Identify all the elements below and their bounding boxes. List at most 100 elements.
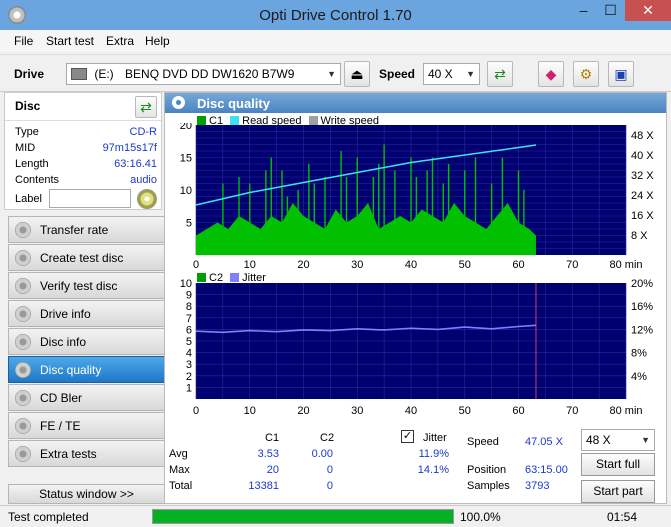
left-panel: Disc ⇄ Type CD-R MID 97m15s17f Length 63… (4, 92, 165, 504)
drive-select[interactable]: (E:) BENQ DVD DD DW1620 B7W9 ▼ (66, 63, 341, 85)
speed-select[interactable]: 40 X ▼ (423, 63, 480, 85)
x-tick-label: 50 (459, 259, 471, 271)
minimize-button[interactable]: – (570, 0, 597, 21)
y-tick-label: 20 (180, 123, 192, 132)
refresh-icon: ⇄ (140, 99, 152, 115)
panel-title: Disc quality (197, 96, 270, 111)
disc-refresh-button[interactable]: ⇄ (135, 96, 157, 118)
x-tick-label: 80 min (609, 259, 642, 271)
start-part-button[interactable]: Start part (581, 480, 655, 503)
mid-label: MID (15, 142, 36, 154)
contents-value: audio (130, 174, 157, 186)
refresh-icon: ⇄ (494, 66, 506, 82)
jitter-checkbox[interactable]: ✓ (401, 430, 414, 443)
erase-button[interactable]: ◆ (538, 61, 564, 87)
nav-drive-info[interactable]: Drive info (8, 300, 165, 327)
y2-tick-label: 12% (631, 324, 653, 336)
contents-label: Contents (15, 174, 60, 186)
x-tick-label: 70 (566, 405, 578, 417)
label-input[interactable] (49, 189, 131, 208)
nav-verify-test-disc[interactable]: Verify test disc (8, 272, 165, 299)
max-c2: 0 (326, 464, 333, 476)
y-tick-label: 5 (186, 218, 192, 230)
settings-button[interactable]: ⚙ (573, 61, 599, 87)
disc-icon (15, 362, 31, 378)
test-speed-select[interactable]: 48 X ▼ (581, 429, 655, 451)
nav-disc-quality[interactable]: Disc quality (8, 356, 165, 383)
col-c2-header: C2 (320, 432, 335, 444)
chevron-down-icon: ▼ (327, 69, 336, 79)
eject-icon: ⏏ (350, 66, 364, 82)
y-tick-label: 3 (186, 359, 192, 371)
y2-tick-label: 8% (631, 348, 647, 360)
nav-fe-te[interactable]: FE / TE (8, 412, 165, 439)
samples-label: Samples (467, 480, 510, 492)
drive-icon (71, 68, 87, 80)
max-jitter: 14.1% (417, 464, 449, 476)
title-bar: Opti Drive Control 1.70 – ☐ ✕ (0, 0, 671, 30)
y2-tick-label: 16 X (631, 210, 654, 222)
status-window-button[interactable]: Status window >> (8, 484, 165, 504)
length-value: 63:16.41 (114, 158, 157, 170)
disc-quality-icon (172, 96, 185, 109)
eject-button[interactable]: ⏏ (344, 61, 370, 87)
status-bar: Test completed 100.0% 01:54 (0, 505, 671, 527)
start-full-button[interactable]: Start full (581, 453, 655, 476)
x-tick-label: 30 (351, 405, 363, 417)
total-c1: 13381 (248, 480, 279, 492)
gears-icon: ⚙ (579, 66, 593, 82)
avg-jitter: 11.9% (418, 448, 449, 460)
speed-stat-value: 47.05 X (525, 436, 563, 448)
drive-label: Drive (14, 67, 45, 81)
menu-help[interactable]: Help (145, 34, 170, 48)
c1-chart: 20 15 10 5 48 X 40 X 32 X 24 X 16 X 8 X 0 10 20 30 40 5… (180, 123, 655, 271)
disc-icon (15, 306, 31, 322)
x-tick-label: 40 (405, 259, 417, 271)
nav-transfer-rate[interactable]: Transfer rate (8, 216, 165, 243)
x-tick-label: 80 min (609, 405, 642, 417)
menu-file[interactable]: File (14, 34, 33, 48)
y-tick-label: 1 (186, 382, 192, 394)
disc-icon (15, 418, 31, 434)
x-tick-label: 10 (244, 259, 256, 271)
disc-icon (15, 390, 31, 406)
avg-c2: 0.00 (311, 448, 333, 460)
disc-quality-panel: Disc quality C1 Read speed Write speed 2… (164, 92, 667, 504)
y-tick-label: 8 (186, 301, 192, 313)
x-tick-label: 70 (566, 259, 578, 271)
position-label: Position (467, 464, 507, 476)
save-button[interactable]: ▣ (608, 61, 634, 87)
x-tick-label: 60 (512, 405, 524, 417)
y-tick-label: 10 (180, 185, 192, 197)
nav-cd-bler[interactable]: CD Bler (8, 384, 165, 411)
y-tick-label: 5 (186, 336, 192, 348)
y2-tick-label: 8 X (631, 230, 648, 242)
y-tick-label: 10 (180, 279, 192, 290)
refresh-speed-button[interactable]: ⇄ (487, 61, 513, 87)
jitter-col-header: Jitter (423, 432, 447, 444)
maximize-button[interactable]: ☐ (597, 0, 624, 21)
total-label: Total (169, 480, 193, 492)
x-tick-label: 60 (512, 259, 524, 271)
y-tick-label: 4 (186, 348, 192, 360)
menu-extra[interactable]: Extra (106, 34, 134, 48)
mid-value: 97m15s17f (102, 142, 157, 154)
chevron-down-icon: ▼ (641, 435, 650, 445)
speed-label: Speed (379, 67, 416, 81)
label-label: Label (15, 193, 42, 205)
nav-disc-info[interactable]: Disc info (8, 328, 165, 355)
y2-tick-label: 48 X (631, 130, 654, 142)
y2-tick-label: 4% (631, 371, 647, 383)
disc-info-box: Disc ⇄ Type CD-R MID 97m15s17f Length 63… (4, 92, 162, 210)
menu-start-test[interactable]: Start test (46, 34, 94, 48)
type-value: CD-R (129, 126, 158, 138)
col-c1-header: C1 (265, 432, 280, 444)
x-tick-label: 0 (193, 405, 199, 417)
nav-extra-tests[interactable]: Extra tests (8, 440, 165, 467)
x-tick-label: 20 (297, 405, 309, 417)
disc-label-button[interactable] (137, 189, 157, 209)
nav-create-test-disc[interactable]: Create test disc (8, 244, 165, 271)
close-button[interactable]: ✕ (625, 0, 671, 21)
avg-label: Avg (169, 448, 188, 460)
progress-bar (152, 509, 454, 524)
